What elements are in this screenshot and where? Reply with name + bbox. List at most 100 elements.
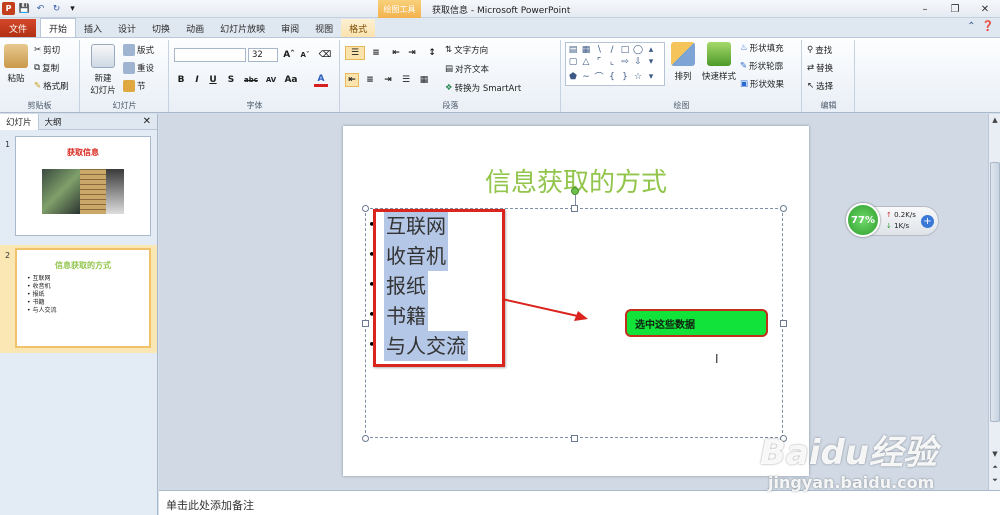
tab-review[interactable]: 审阅 — [273, 19, 307, 37]
rounded-rect-shape-icon[interactable]: ▢ — [567, 57, 579, 69]
previous-slide-icon[interactable]: ⏶ — [989, 462, 1000, 473]
underline-button[interactable]: U — [206, 73, 220, 87]
font-name-combo[interactable] — [174, 48, 246, 62]
char-spacing-button[interactable]: AV — [262, 73, 280, 87]
close-pane-icon[interactable]: ✕ — [143, 116, 151, 127]
arrange-button[interactable]: 排列 — [670, 42, 696, 82]
paste-button[interactable]: 粘贴 — [4, 44, 28, 84]
slide-canvas[interactable]: 信息获取的方式 • 互联网 • 收音机 • 报纸 • 书籍 • 与人交流 选中这… — [343, 126, 809, 476]
tab-outline-pane[interactable]: 大纲 — [39, 114, 68, 130]
notes-placeholder[interactable]: 单击此处添加备注 — [166, 497, 254, 513]
elbow-connector-icon[interactable]: ⌜ — [593, 57, 605, 69]
undo-icon[interactable]: ↶ — [34, 2, 47, 15]
right-arrow-shape-icon[interactable]: ⇨ — [619, 57, 631, 69]
increase-indent-icon[interactable]: ⇥ — [405, 46, 419, 60]
resize-handle-bl[interactable] — [362, 435, 369, 442]
line-spacing-icon[interactable]: ↕ — [425, 46, 439, 60]
next-slide-icon[interactable]: ⏷ — [989, 475, 1000, 486]
restore-button[interactable]: ❐ — [940, 0, 970, 18]
find-button[interactable]: ⚲ 查找 — [807, 44, 832, 56]
customize-qat-icon[interactable]: ▾ — [66, 2, 79, 15]
scroll-down-icon[interactable]: ▾ — [645, 57, 657, 69]
tab-slideshow[interactable]: 幻灯片放映 — [212, 19, 273, 37]
more-shapes-icon[interactable]: ▾ — [645, 69, 657, 84]
oval-shape-icon[interactable]: ◯ — [632, 44, 644, 56]
section-button[interactable]: 节 — [123, 80, 146, 92]
convert-smartart-button[interactable]: ❖ 转换为 SmartArt — [445, 82, 521, 94]
align-left-icon[interactable]: ⇤ — [345, 73, 359, 87]
curve-shape-icon[interactable]: ∼ — [580, 69, 592, 84]
strikethrough-button[interactable]: abc — [242, 73, 260, 87]
numbering-icon[interactable]: ≡ — [369, 46, 383, 60]
powerpoint-logo-icon[interactable]: P — [2, 2, 15, 15]
bullets-icon[interactable]: ☰ — [345, 46, 365, 60]
tab-insert[interactable]: 插入 — [76, 19, 110, 37]
memory-usage-gauge[interactable]: 77% — [846, 203, 880, 237]
resize-handle-r[interactable] — [780, 320, 787, 327]
redo-icon[interactable]: ↻ — [50, 2, 63, 15]
save-icon[interactable]: 💾 — [18, 2, 31, 15]
pentagon-shape-icon[interactable]: ⬟ — [567, 69, 579, 84]
minimize-button[interactable]: – — [910, 0, 940, 18]
grow-font-icon[interactable]: Aˆ — [282, 48, 296, 62]
replace-button[interactable]: ⇄ 替换 — [807, 62, 833, 74]
format-painter-button[interactable]: ✎ 格式刷 — [34, 80, 69, 92]
align-center-icon[interactable]: ≡ — [363, 73, 377, 87]
triangle-shape-icon[interactable]: △ — [580, 57, 592, 69]
resize-handle-b[interactable] — [571, 435, 578, 442]
line2-shape-icon[interactable]: ∕ — [606, 44, 618, 56]
scroll-up-arrow-icon[interactable]: ▲ — [989, 114, 1000, 125]
shapes-gallery[interactable]: ▤ ▦ ∖ ∕ □ ◯ ▴ ▢ △ ⌜ ⌞ ⇨ ⇩ ▾ ⬟ ∼ ⌒ { } ☆ … — [565, 42, 665, 86]
bold-button[interactable]: B — [174, 73, 188, 87]
tab-format[interactable]: 格式 — [341, 19, 376, 37]
italic-button[interactable]: I — [190, 73, 204, 87]
close-button[interactable]: ✕ — [970, 0, 1000, 18]
cut-button[interactable]: ✂ 剪切 — [34, 44, 60, 56]
font-size-combo[interactable]: 32 — [248, 48, 278, 62]
tab-design[interactable]: 设计 — [110, 19, 144, 37]
decrease-indent-icon[interactable]: ⇤ — [389, 46, 403, 60]
shape-outline-button[interactable]: ✎ 形状轮廓 — [740, 60, 783, 72]
change-case-button[interactable]: Aa — [282, 73, 300, 87]
justify-icon[interactable]: ☰ — [399, 73, 413, 87]
tab-animations[interactable]: 动画 — [178, 19, 212, 37]
scroll-down-arrow-icon[interactable]: ▼ — [989, 448, 1000, 459]
tab-slides-pane[interactable]: 幻灯片 — [0, 113, 39, 130]
scrollbar-thumb[interactable] — [990, 162, 1000, 422]
resize-handle-tr[interactable] — [780, 205, 787, 212]
align-text-button[interactable]: ▤ 对齐文本 — [445, 63, 489, 75]
brace-right-icon[interactable]: } — [619, 69, 631, 84]
shadow-button[interactable]: S — [224, 73, 238, 87]
down-arrow-shape-icon[interactable]: ⇩ — [632, 57, 644, 69]
resize-handle-t[interactable] — [571, 205, 578, 212]
brace-left-icon[interactable]: { — [606, 69, 618, 84]
columns-icon[interactable]: ▦ — [417, 73, 431, 87]
rotation-handle[interactable] — [571, 187, 579, 195]
shape-fill-button[interactable]: ♨ 形状填充 — [740, 42, 784, 54]
select-button[interactable]: ↖ 选择 — [807, 80, 833, 92]
copy-button[interactable]: ⧉ 复制 — [34, 62, 59, 74]
slide-thumbnail-1[interactable]: 获取信息 — [15, 136, 151, 236]
reset-button[interactable]: 重设 — [123, 62, 154, 74]
shrink-font-icon[interactable]: Aˇ — [298, 48, 312, 62]
tab-home[interactable]: 开始 — [40, 18, 77, 37]
clear-format-icon[interactable]: ⌫ — [318, 48, 332, 62]
layout-button[interactable]: 版式 — [123, 44, 154, 56]
align-right-icon[interactable]: ⇥ — [381, 73, 395, 87]
network-speed-widget[interactable]: 77% ↑ 0.2K/s ↓ 1K/s + — [846, 203, 939, 237]
tab-file[interactable]: 文件 — [0, 19, 36, 37]
rectangle-shape-icon[interactable]: □ — [619, 44, 631, 56]
tab-transitions[interactable]: 切换 — [144, 19, 178, 37]
new-slide-button[interactable]: 新建 幻灯片 — [85, 44, 121, 96]
help-icon[interactable]: ❓ — [982, 21, 994, 32]
line-shape-icon[interactable]: ∖ — [593, 44, 605, 56]
slide-thumbnail-2[interactable]: 信息获取的方式 • 互联网 • 收音机 • 报纸 • 书籍 • 与人交流 — [15, 248, 151, 348]
quick-styles-button[interactable]: 快速样式 — [700, 42, 738, 82]
font-color-button[interactable]: A — [314, 73, 328, 87]
add-icon[interactable]: + — [921, 215, 934, 228]
collapse-ribbon-icon[interactable]: ⌃ — [967, 21, 975, 32]
vertical-textbox-shape-icon[interactable]: ▦ — [580, 44, 592, 56]
arc-shape-icon[interactable]: ⌒ — [593, 69, 605, 84]
shape-effects-button[interactable]: ▣ 形状效果 — [740, 78, 784, 90]
content-textbox[interactable]: • 互联网 • 收音机 • 报纸 • 书籍 • 与人交流 选中这些数据 I — [362, 187, 787, 442]
